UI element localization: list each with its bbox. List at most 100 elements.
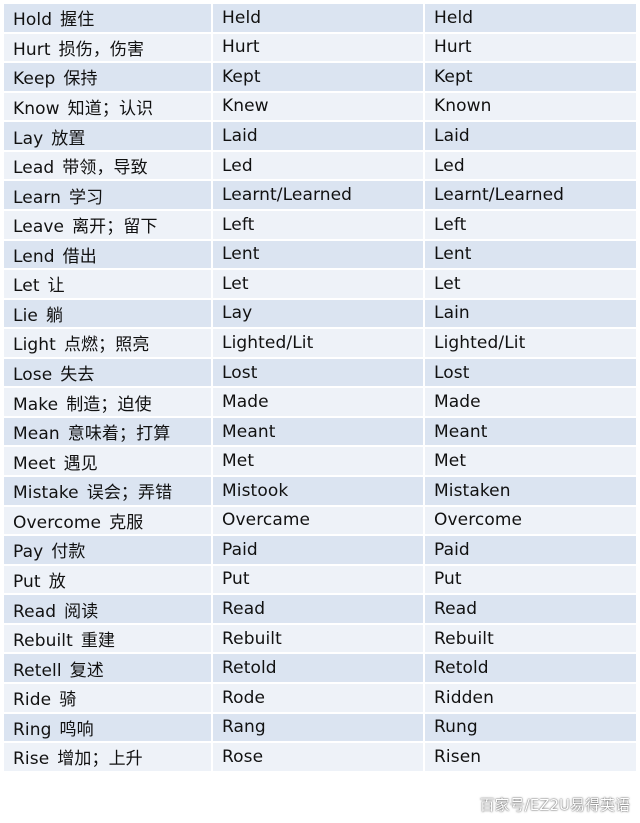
- table-row: Lend 借出 Lent Lent: [4, 240, 638, 271]
- base-form-cell: Mistake 误会；弄错: [4, 477, 213, 507]
- base-form: Leave: [13, 217, 65, 238]
- chinese-meaning: 增加；上升: [57, 749, 143, 770]
- chinese-meaning: 知道；认识: [67, 98, 154, 119]
- past-participle-cell: Lent: [425, 240, 638, 271]
- past-tense-cell: Read: [213, 595, 425, 625]
- past-participle-cell: Kept: [425, 63, 638, 93]
- past-tense-cell: Rebuilt: [213, 624, 425, 655]
- table-row: Mean 意味着；打算 Meant Meant: [4, 417, 638, 448]
- base-form: Ride: [13, 690, 52, 711]
- past-tense-cell: Lay: [213, 299, 425, 330]
- chinese-meaning: 付款: [51, 542, 86, 563]
- table-row: Hurt 损伤，伤害 Hurt Hurt: [4, 33, 638, 64]
- chinese-meaning: 握住: [60, 10, 95, 31]
- chinese-meaning: 鸣响: [59, 719, 94, 740]
- verb-table-page: Hold 握住 Held Held Hurt 损伤，伤害 Hurt Hurt Keep 保持 Kep…: [0, 0, 640, 823]
- chinese-meaning: 遇见: [63, 453, 98, 474]
- chinese-meaning: 克服: [109, 512, 144, 533]
- past-tense-cell: Kept: [213, 63, 425, 93]
- chinese-meaning: 学习: [69, 187, 104, 208]
- base-form-cell: Lay 放置: [4, 122, 213, 152]
- table-row: Lay 放置 Laid Laid: [4, 122, 638, 152]
- past-participle-cell: Left: [425, 210, 638, 241]
- base-form: Rebuilt: [13, 631, 73, 652]
- base-form: Lead: [13, 158, 55, 179]
- base-form-cell: Rise 增加；上升: [4, 743, 213, 773]
- chinese-meaning: 放置: [51, 128, 86, 149]
- past-participle-cell: Rung: [425, 713, 638, 744]
- table-row: Ring 鸣响 Rang Rung: [4, 713, 638, 744]
- past-participle-cell: Mistaken: [425, 477, 638, 507]
- base-form-cell: Lose 失去: [4, 358, 213, 389]
- past-participle-cell: Lighted/Lit: [425, 329, 638, 359]
- past-tense-cell: Knew: [213, 92, 425, 123]
- base-form-cell: Know 知道；认识: [4, 92, 213, 123]
- chinese-meaning: 误会；弄错: [86, 483, 173, 504]
- chinese-meaning: 借出: [62, 246, 97, 267]
- base-form-cell: Rebuilt 重建: [4, 624, 213, 655]
- chinese-meaning: 意味着；打算: [67, 424, 171, 445]
- base-form: Pay: [13, 542, 44, 563]
- table-row: Let 让 Let Let: [4, 270, 638, 300]
- base-form: Know: [13, 98, 60, 119]
- past-participle-cell: Lost: [425, 358, 638, 389]
- past-participle-cell: Meant: [425, 417, 638, 448]
- chinese-meaning: 阅读: [64, 601, 99, 622]
- table-row: Read 阅读 Read Read: [4, 595, 638, 625]
- past-participle-cell: Risen: [425, 743, 638, 773]
- base-form: Mistake: [13, 483, 79, 504]
- base-form-cell: Pay 付款: [4, 536, 213, 566]
- base-form: Meet: [13, 453, 56, 474]
- past-tense-cell: Rode: [213, 683, 425, 714]
- base-form-cell: Hold 握住: [4, 4, 213, 34]
- chinese-meaning: 复述: [69, 660, 104, 681]
- past-tense-cell: Lost: [213, 358, 425, 389]
- past-tense-cell: Laid: [213, 122, 425, 152]
- past-participle-cell: Hurt: [425, 33, 638, 64]
- past-participle-cell: Lain: [425, 299, 638, 330]
- base-form: Put: [13, 571, 41, 592]
- past-tense-cell: Lighted/Lit: [213, 329, 425, 359]
- table-row: Ride 骑 Rode Ridden: [4, 683, 638, 714]
- base-form: Lose: [13, 365, 53, 386]
- past-participle-cell: Paid: [425, 536, 638, 566]
- past-participle-cell: Retold: [425, 654, 638, 684]
- table-row: Lose 失去 Lost Lost: [4, 358, 638, 389]
- past-participle-cell: Learnt/Learned: [425, 181, 638, 211]
- base-form: Lie: [13, 305, 38, 326]
- past-participle-cell: Made: [425, 388, 638, 418]
- past-tense-cell: Let: [213, 270, 425, 300]
- past-tense-cell: Lent: [213, 240, 425, 271]
- chinese-meaning: 离开；留下: [72, 217, 158, 238]
- base-form-cell: Light 点燃；照亮: [4, 329, 213, 359]
- table-row: Hold 握住 Held Held: [4, 4, 638, 34]
- base-form-cell: Learn 学习: [4, 181, 213, 211]
- base-form-cell: Leave 离开；留下: [4, 210, 213, 241]
- past-tense-cell: Mistook: [213, 477, 425, 507]
- past-participle-cell: Held: [425, 4, 638, 34]
- base-form-cell: Meet 遇见: [4, 447, 213, 477]
- chinese-meaning: 重建: [80, 631, 116, 652]
- past-tense-cell: Hurt: [213, 33, 425, 64]
- past-tense-cell: Learnt/Learned: [213, 181, 425, 211]
- past-tense-cell: Overcame: [213, 506, 425, 537]
- base-form: Learn: [13, 187, 62, 208]
- table-row: Meet 遇见 Met Met: [4, 447, 638, 477]
- base-form: Retell: [13, 660, 62, 681]
- table-row: Lead 带领，导致 Led Led: [4, 151, 638, 182]
- table-row: Put 放 Put Put: [4, 565, 638, 596]
- base-form: Overcome: [13, 512, 102, 533]
- base-form: Make: [13, 394, 59, 415]
- past-participle-cell: Put: [425, 565, 638, 596]
- base-form-cell: Ring 鸣响: [4, 713, 213, 744]
- base-form: Hurt: [13, 39, 51, 60]
- table-row: Retell 复述 Retold Retold: [4, 654, 638, 684]
- table-row: Rebuilt 重建 Rebuilt Rebuilt: [4, 624, 638, 655]
- base-form-cell: Let 让: [4, 270, 213, 300]
- base-form-cell: Lend 借出: [4, 240, 213, 271]
- base-form-cell: Keep 保持: [4, 63, 213, 93]
- table-row: Know 知道；认识 Knew Known: [4, 92, 638, 123]
- base-form-cell: Put 放: [4, 565, 213, 596]
- table-row: Make 制造；迫使 Made Made: [4, 388, 638, 418]
- base-form-cell: Make 制造；迫使: [4, 388, 213, 418]
